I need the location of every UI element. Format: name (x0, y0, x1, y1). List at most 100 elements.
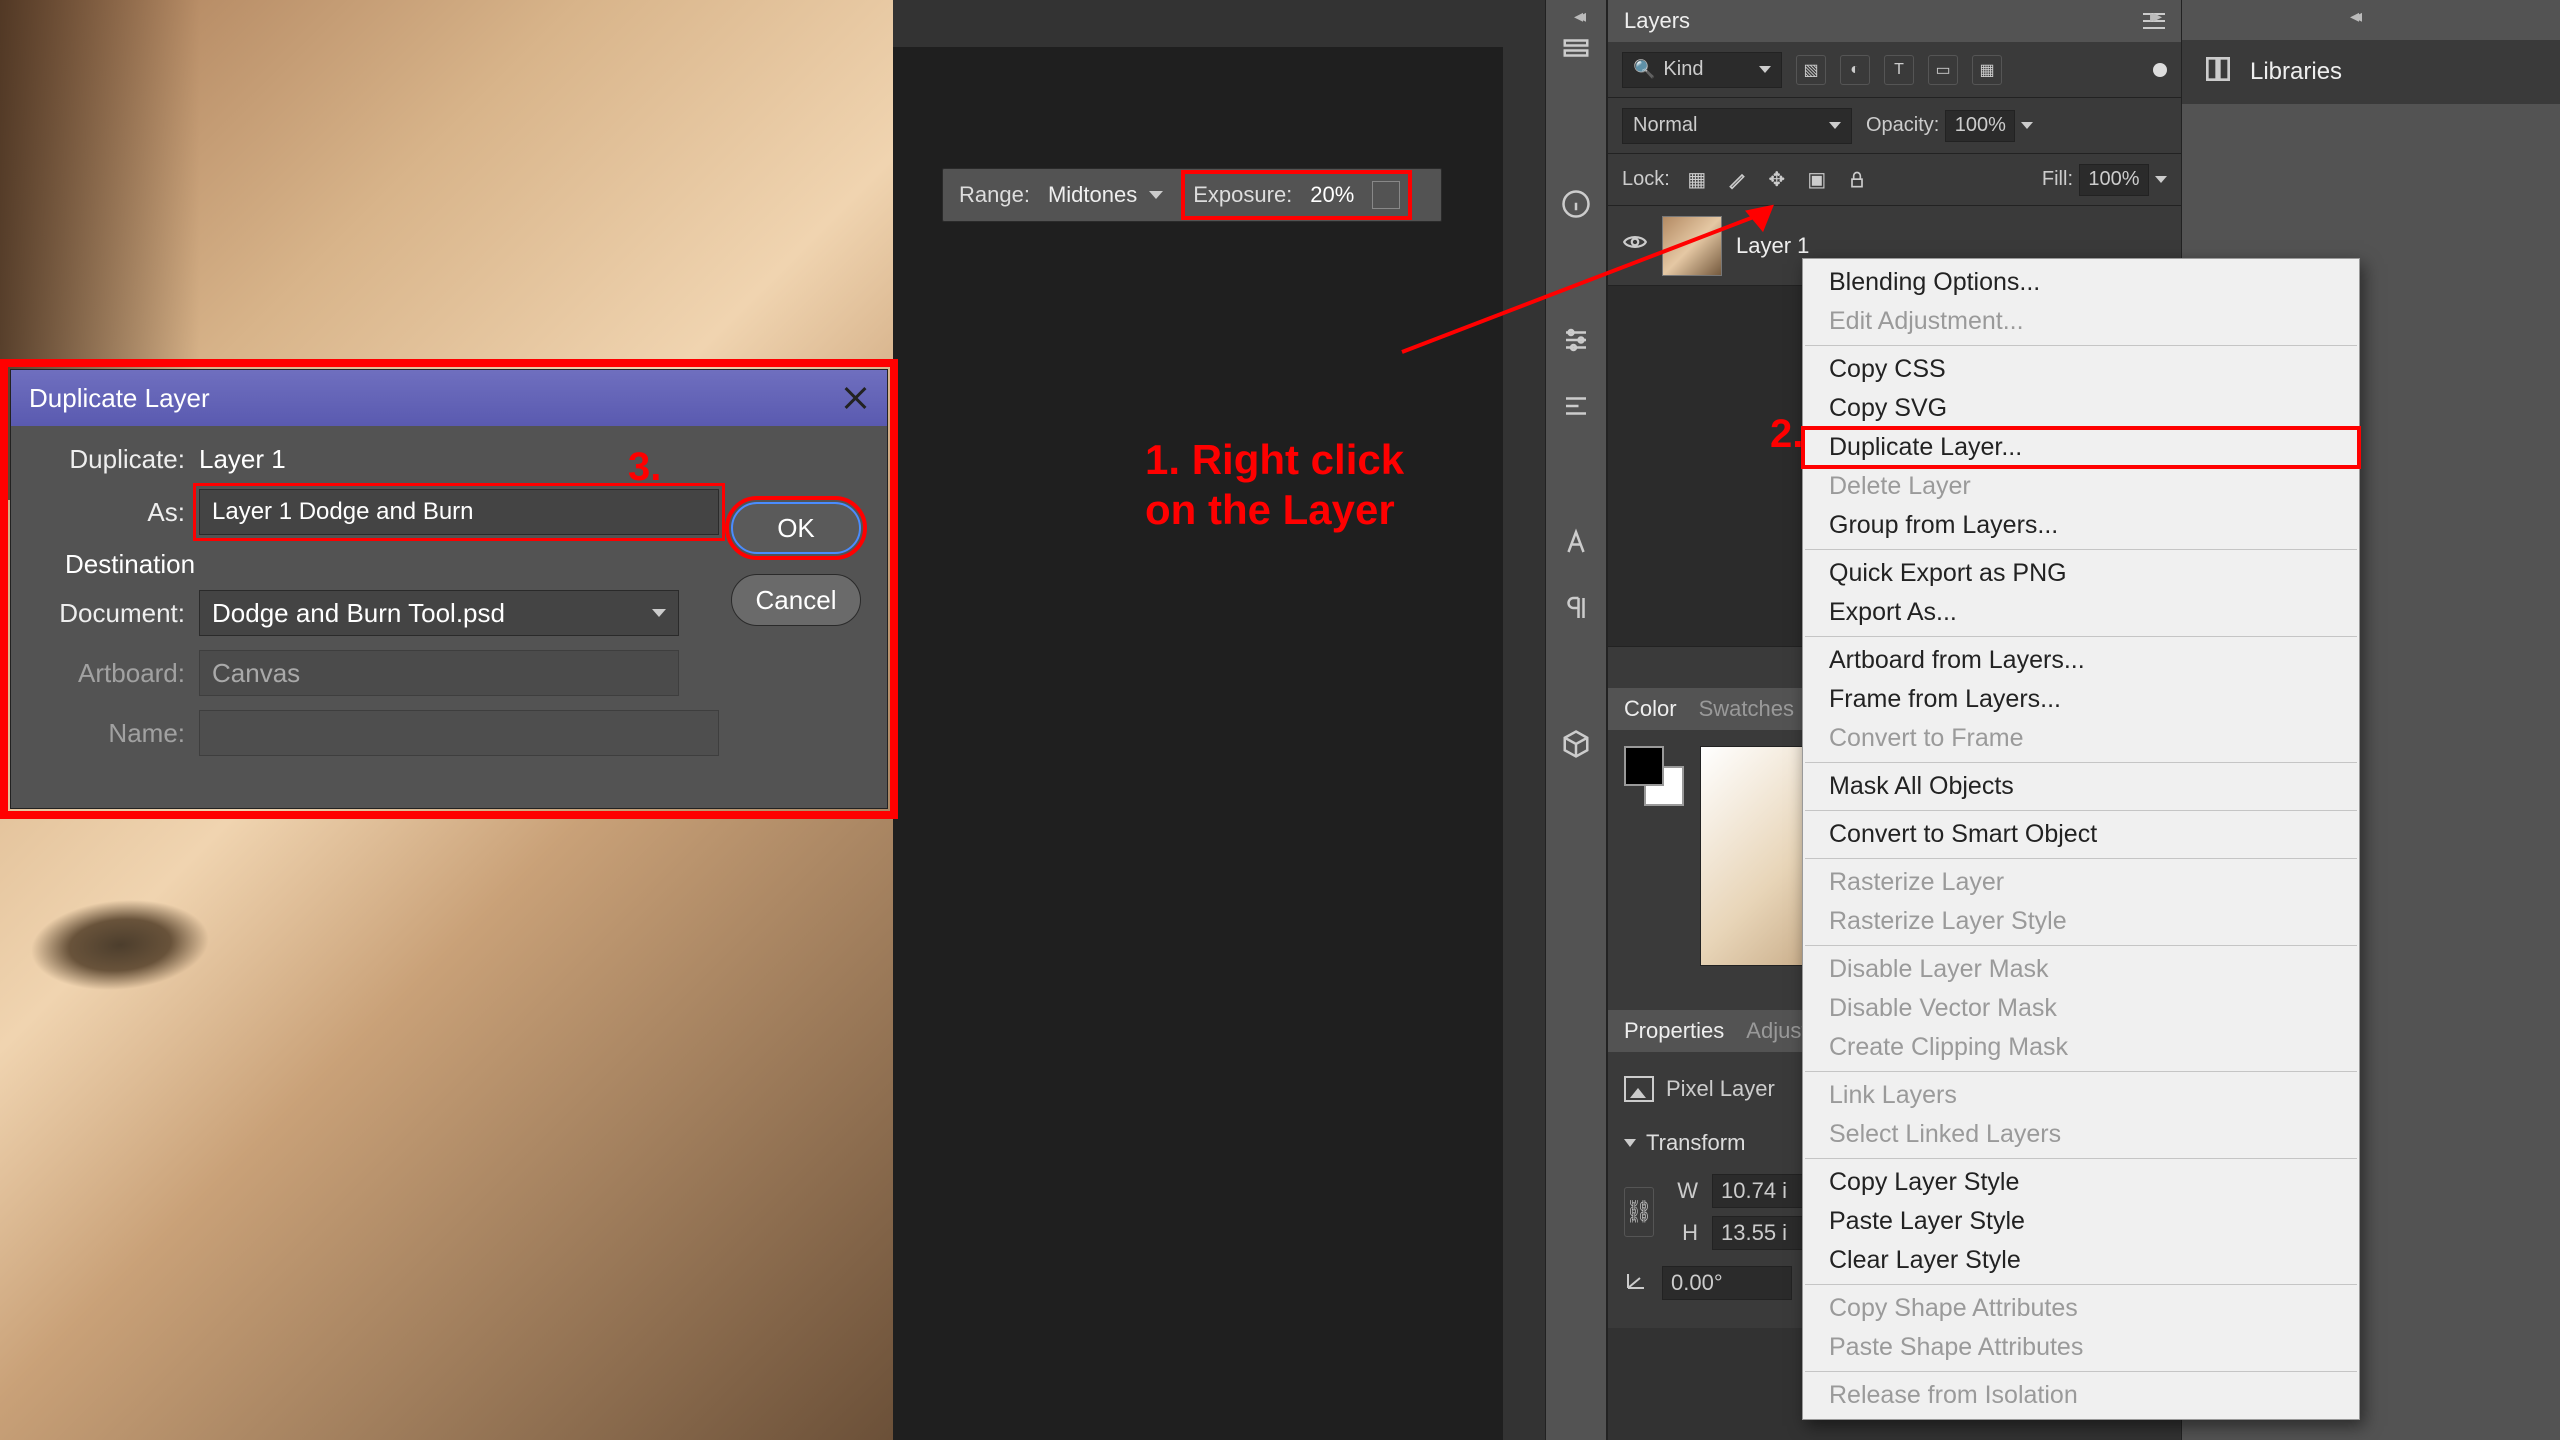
tab-swatches[interactable]: Swatches (1699, 696, 1794, 722)
opacity-field[interactable]: Opacity: 100% (1866, 110, 2033, 142)
exposure-value[interactable]: 20% (1302, 182, 1362, 208)
dialog-buttons: OK Cancel (731, 502, 861, 626)
dialog-titlebar[interactable]: Duplicate Layer (11, 370, 887, 426)
menu-separator (1805, 636, 2357, 637)
artboard-value: Canvas (212, 658, 300, 689)
filter-shape-icon[interactable]: ▭ (1928, 55, 1958, 85)
annotation-step3-number: 3. (628, 445, 661, 490)
context-menu-item[interactable]: Copy CSS (1803, 350, 2359, 389)
character-icon[interactable] (1558, 524, 1594, 560)
tab-properties[interactable]: Properties (1624, 1018, 1724, 1044)
filter-pixel-icon[interactable]: ▧ (1796, 55, 1826, 85)
layers-lock-row: Lock: ▦ ✥ ▣ Fill: 100% (1608, 154, 2181, 206)
context-menu-item: Create Clipping Mask (1803, 1028, 2359, 1067)
as-label: As: (35, 497, 185, 528)
paragraph-icon[interactable] (1558, 590, 1594, 626)
menu-separator (1805, 1158, 2357, 1159)
paragraph-styles-icon[interactable] (1558, 388, 1594, 424)
3d-icon[interactable] (1558, 726, 1594, 762)
context-menu-item[interactable]: Copy SVG (1803, 389, 2359, 428)
link-wh-icon[interactable]: ⛓ (1624, 1187, 1654, 1237)
collapse-handle-icon[interactable]: ▸▸ (2150, 6, 2156, 27)
layer-name[interactable]: Layer 1 (1736, 233, 1809, 259)
tab-color[interactable]: Color (1624, 696, 1677, 722)
collapse-handle-icon[interactable]: ◂◂ (2350, 6, 2356, 27)
lock-all-icon[interactable] (1844, 167, 1870, 193)
context-menu-item[interactable]: Artboard from Layers... (1803, 641, 2359, 680)
context-menu-item[interactable]: Group from Layers... (1803, 506, 2359, 545)
context-menu-item: Paste Shape Attributes (1803, 1328, 2359, 1367)
context-menu-item[interactable]: Paste Layer Style (1803, 1202, 2359, 1241)
context-menu-item: Link Layers (1803, 1076, 2359, 1115)
options-bar: Range: Midtones Exposure: 20% (942, 168, 1442, 222)
layer-filter-kind-label: Kind (1663, 58, 1703, 81)
opacity-value[interactable]: 100% (1945, 110, 2015, 142)
menu-separator (1805, 810, 2357, 811)
as-input[interactable] (199, 489, 719, 535)
chevron-down-icon (1759, 66, 1771, 73)
context-menu-item[interactable]: Convert to Smart Object (1803, 815, 2359, 854)
disclosure-icon (1624, 1139, 1636, 1147)
filter-type-icon[interactable]: T (1884, 55, 1914, 85)
w-label: W (1668, 1178, 1698, 1204)
angle-value[interactable]: 0.00° (1662, 1266, 1792, 1300)
cancel-button[interactable]: Cancel (731, 574, 861, 626)
angle-icon (1624, 1268, 1648, 1298)
context-menu-item[interactable]: Quick Export as PNG (1803, 554, 2359, 593)
document-select[interactable]: Dodge and Burn Tool.psd (199, 590, 679, 636)
fill-field[interactable]: Fill: 100% (2042, 164, 2167, 196)
adjust-icon[interactable] (1558, 322, 1594, 358)
lock-artboard-icon[interactable]: ▣ (1804, 167, 1830, 193)
layer-filter-kind[interactable]: 🔍 Kind (1622, 52, 1782, 88)
fg-bg-swatches[interactable] (1624, 746, 1684, 806)
context-menu-item[interactable]: Mask All Objects (1803, 767, 2359, 806)
annotation-step1: 1. Right click on the Layer (1145, 435, 1404, 536)
exposure-stepper[interactable] (1372, 181, 1400, 209)
libraries-button[interactable]: Libraries (2182, 40, 2560, 104)
filter-smart-icon[interactable]: ▦ (1972, 55, 2002, 85)
layer-context-menu: Blending Options...Edit Adjustment...Cop… (1802, 258, 2360, 1420)
context-menu-item: Convert to Frame (1803, 719, 2359, 758)
context-menu-item[interactable]: Blending Options... (1803, 263, 2359, 302)
artboard-select: Canvas (199, 650, 679, 696)
lock-brush-icon[interactable] (1724, 167, 1750, 193)
ok-button[interactable]: OK (731, 502, 861, 554)
dialog-body: Duplicate: Layer 1 As: Destination Docum… (11, 426, 887, 788)
lock-move-icon[interactable]: ✥ (1764, 167, 1790, 193)
canvas-pasteboard (893, 47, 1503, 1440)
filter-toggle[interactable] (2153, 63, 2167, 77)
dialog-title: Duplicate Layer (29, 383, 210, 414)
range-value: Midtones (1048, 182, 1137, 208)
annotation-step2-number: 2. (1770, 412, 1803, 457)
range-label: Range: (959, 182, 1030, 208)
artboard-label: Artboard: (35, 658, 185, 689)
context-menu-item[interactable]: Frame from Layers... (1803, 680, 2359, 719)
context-menu-item[interactable]: Duplicate Layer... (1803, 428, 2359, 467)
filter-adjust-icon[interactable]: ◐ (1840, 55, 1870, 85)
pixel-layer-icon (1624, 1076, 1654, 1102)
range-select[interactable]: Midtones (1040, 178, 1171, 212)
context-menu-item[interactable]: Copy Layer Style (1803, 1163, 2359, 1202)
exposure-group: Exposure: 20% (1181, 170, 1412, 220)
libraries-label: Libraries (2250, 58, 2342, 86)
layers-filter-row: 🔍 Kind ▧ ◐ T ▭ ▦ (1608, 42, 2181, 98)
context-menu-item: Disable Layer Mask (1803, 950, 2359, 989)
name-input (199, 710, 719, 756)
history-icon[interactable] (1558, 30, 1594, 66)
duplicate-label: Duplicate: (35, 444, 185, 475)
close-icon[interactable] (841, 384, 869, 412)
chevron-down-icon (2155, 176, 2167, 183)
blend-mode-select[interactable]: Normal (1622, 108, 1852, 144)
blend-mode-value: Normal (1633, 114, 1697, 137)
menu-separator (1805, 858, 2357, 859)
fill-value[interactable]: 100% (2079, 164, 2149, 196)
info-icon[interactable] (1558, 186, 1594, 222)
context-menu-item[interactable]: Export As... (1803, 593, 2359, 632)
foreground-swatch[interactable] (1624, 746, 1664, 786)
menu-separator (1805, 1284, 2357, 1285)
context-menu-item[interactable]: Clear Layer Style (1803, 1241, 2359, 1280)
lock-transparent-icon[interactable]: ▦ (1684, 167, 1710, 193)
collapse-handle-icon[interactable]: ◂◂ (1574, 6, 1580, 27)
transform-label: Transform (1646, 1130, 1745, 1156)
tab-layers[interactable]: Layers (1624, 8, 1690, 34)
